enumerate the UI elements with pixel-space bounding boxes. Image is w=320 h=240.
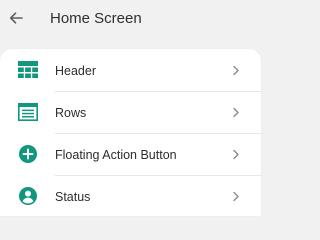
chevron-right-icon	[231, 148, 241, 160]
list-item-header[interactable]: Header	[0, 49, 261, 91]
chevron-right-icon	[231, 64, 241, 76]
list-item-label: Header	[55, 64, 96, 78]
top-app-bar: Home Screen	[0, 0, 261, 40]
menu-list: Header Rows Floating Action Button Statu…	[0, 49, 261, 216]
back-button[interactable]	[5, 6, 27, 30]
list-item-label: Floating Action Button	[55, 148, 177, 162]
list-item-label: Status	[55, 190, 91, 204]
chevron-right-icon	[231, 190, 241, 202]
account-circle-icon	[17, 185, 39, 207]
list-item-rows[interactable]: Rows	[0, 92, 261, 134]
arrow-left-icon	[8, 10, 24, 26]
page-title: Home Screen	[50, 10, 142, 27]
list-item-label: Rows	[55, 106, 87, 120]
list-item-floating-action-button[interactable]: Floating Action Button	[0, 134, 261, 176]
table-grid-icon	[17, 59, 39, 81]
list-item-status[interactable]: Status	[0, 176, 261, 218]
add-circle-icon	[17, 143, 39, 165]
rows-list-icon	[17, 101, 39, 123]
chevron-right-icon	[231, 106, 241, 118]
